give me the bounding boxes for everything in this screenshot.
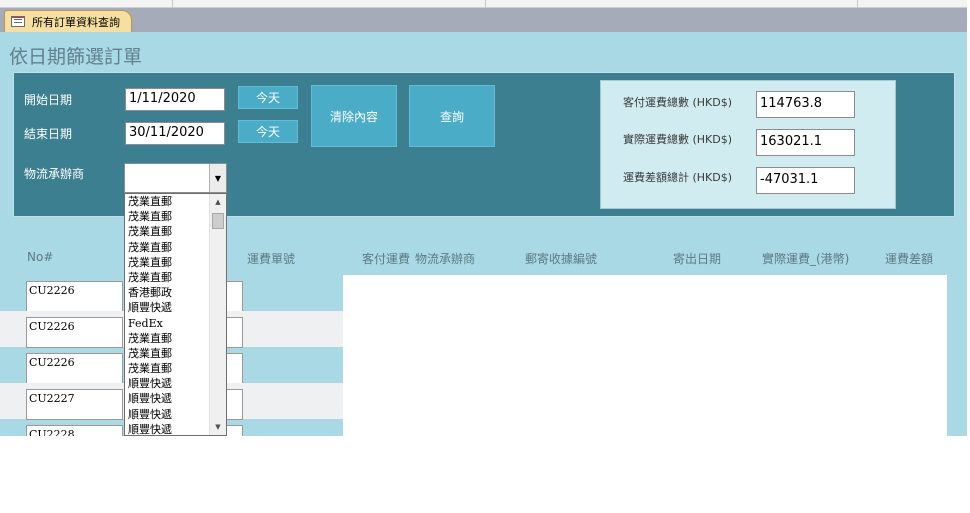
diff-total-label: 運費差額總計 (HKD$) — [623, 171, 733, 184]
order-no-cell[interactable]: CU2227 — [26, 389, 123, 420]
charged-total-label: 客付運費總數 (HKD$) — [623, 96, 733, 109]
actual-total-label: 實際運費總數 (HKD$) — [623, 133, 733, 146]
top-strip — [0, 0, 967, 8]
col-header-carrier: 物流承辦商 — [415, 252, 476, 266]
document-tab-label: 所有訂單資料查詢 — [32, 15, 120, 29]
col-header-waybill: 運費單號 — [247, 252, 296, 266]
document-tab[interactable]: 所有訂單資料查詢 — [4, 10, 132, 32]
waybill-cell[interactable] — [226, 281, 243, 312]
scroll-thumb[interactable] — [212, 213, 224, 229]
col-header-diff: 運費差額 — [885, 252, 934, 266]
query-button[interactable]: 查詢 — [409, 85, 495, 147]
order-no-cell[interactable]: CU2228 — [26, 425, 123, 436]
carrier-label: 物流承辦商 — [24, 167, 85, 181]
form-title: 依日期篩選訂單 — [9, 46, 143, 68]
start-date-label: 開始日期 — [24, 93, 73, 107]
end-date-label: 結束日期 — [24, 127, 73, 141]
detail-data-area — [343, 275, 947, 436]
end-date-field[interactable]: 30/11/2020 — [125, 122, 225, 145]
clear-button[interactable]: 清除內容 — [311, 85, 397, 147]
charged-total-field[interactable]: 114763.8 — [756, 91, 855, 118]
diff-total-field[interactable]: -47031.1 — [756, 167, 855, 194]
col-header-ship-date: 寄出日期 — [673, 252, 722, 266]
actual-total-field[interactable]: 163021.1 — [756, 129, 855, 156]
access-window: 所有訂單資料查詢 依日期篩選訂單 開始日期 1/11/2020 今天 結束日期 … — [0, 0, 970, 513]
order-no-cell[interactable]: CU2226 — [26, 281, 123, 312]
strip-divider — [172, 0, 173, 8]
end-today-button[interactable]: 今天 — [238, 120, 298, 143]
scroll-down-icon[interactable]: ▼ — [210, 419, 226, 435]
waybill-cell[interactable] — [226, 425, 243, 436]
document-tab-bar: 所有訂單資料查詢 — [0, 8, 967, 32]
form-icon — [11, 16, 25, 27]
carrier-combo[interactable]: ▼ — [124, 163, 227, 193]
waybill-cell[interactable] — [226, 353, 243, 384]
summary-box: 客付運費總數 (HKD$) 114763.8 實際運費總數 (HKD$) 163… — [600, 80, 896, 209]
strip-divider — [857, 0, 858, 8]
carrier-dropdown-list[interactable]: 茂業直郵 茂業直郵 茂業直郵 茂業直郵 茂業直郵 茂業直郵 香港郵政 順豐快遞 … — [124, 193, 227, 436]
col-header-charged: 客付運費 — [362, 252, 411, 266]
col-header-actual: 實際運費_(港幣) — [762, 252, 850, 266]
scroll-up-icon[interactable]: ▲ — [210, 194, 226, 210]
waybill-cell[interactable] — [226, 389, 243, 420]
col-header-no: No# — [27, 250, 54, 264]
dropdown-scrollbar[interactable]: ▲ ▼ — [209, 194, 226, 435]
strip-divider — [485, 0, 486, 8]
start-date-field[interactable]: 1/11/2020 — [125, 88, 225, 111]
order-no-cell[interactable]: CU2226 — [26, 317, 123, 348]
chevron-down-icon[interactable]: ▼ — [209, 164, 226, 192]
col-header-receipt: 郵寄收據編號 — [525, 252, 598, 266]
order-no-cell[interactable]: CU2226 — [26, 353, 123, 384]
start-today-button[interactable]: 今天 — [238, 86, 298, 109]
waybill-cell[interactable] — [226, 317, 243, 348]
